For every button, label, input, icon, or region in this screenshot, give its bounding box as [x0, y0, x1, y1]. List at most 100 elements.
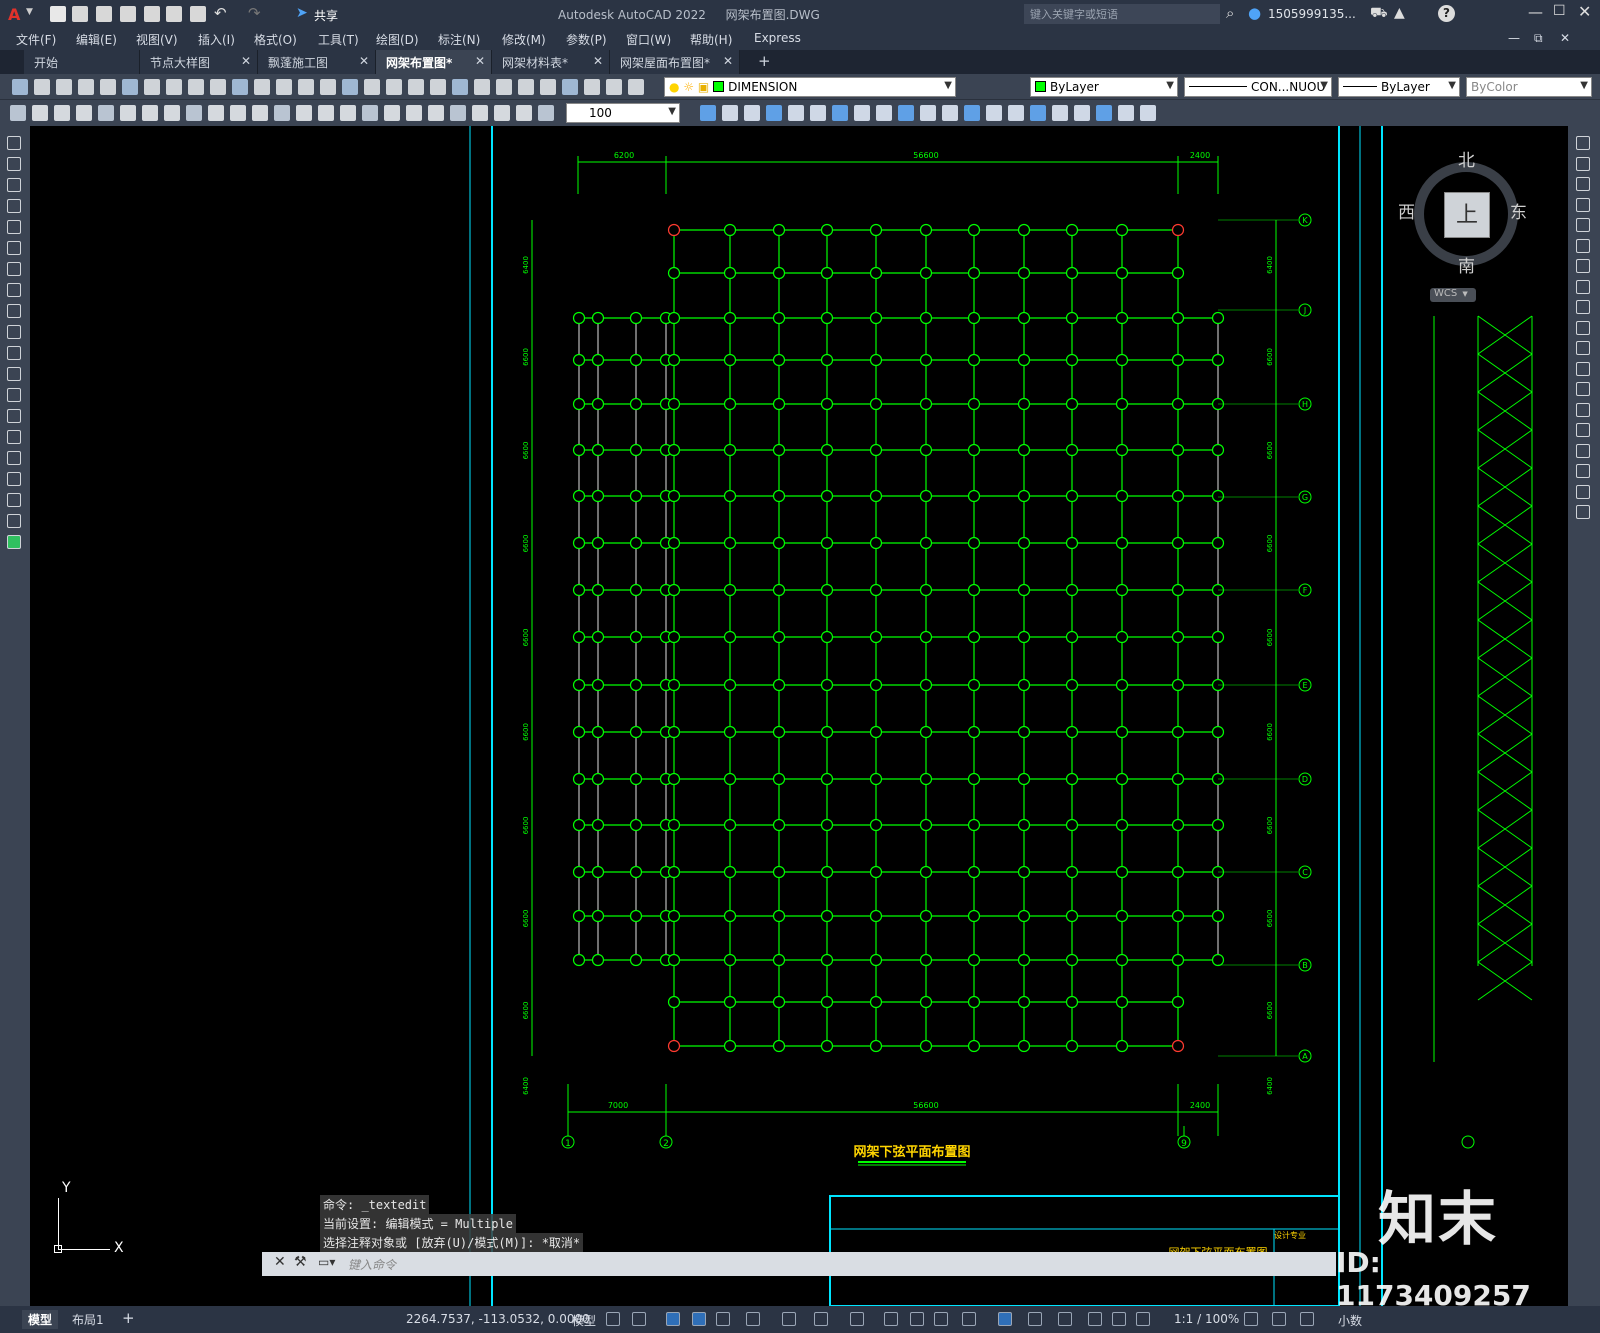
dim-tool-14-icon[interactable] [318, 105, 334, 121]
modify-tool-7-icon[interactable] [1576, 279, 1590, 294]
status-toggle-15-icon[interactable] [1058, 1312, 1072, 1326]
toolbar1-tool-15-icon[interactable] [342, 79, 358, 95]
tab-close-icon[interactable]: ✕ [593, 54, 603, 68]
draw-tool-15-icon[interactable] [7, 451, 21, 465]
toolbar1-tool-12-icon[interactable] [276, 79, 292, 95]
modify-tool-15-icon[interactable] [1576, 443, 1590, 458]
toolbar1-tool-28-icon[interactable] [628, 79, 644, 95]
viewcube-west[interactable]: 西 [1398, 198, 1415, 223]
toolbar1-tool-25-icon[interactable] [562, 79, 578, 95]
menu-item-2[interactable]: 视图(V) [136, 31, 178, 48]
draw-tool-13-icon[interactable] [7, 409, 21, 423]
toolbar1-tool-23-icon[interactable] [518, 79, 534, 95]
viewcube-north[interactable]: 北 [1458, 146, 1475, 171]
share-button[interactable]: 共享 [314, 7, 338, 24]
layer-dropdown[interactable]: ● ☼ ▣ DIMENSION ▼ [664, 77, 956, 97]
dim-tool-10-icon[interactable] [230, 105, 246, 121]
menu-item-10[interactable]: 窗口(W) [626, 31, 671, 48]
view-tool-9-icon[interactable] [898, 105, 914, 121]
toolbar1-tool-26-icon[interactable] [584, 79, 600, 95]
viewcube-east[interactable]: 东 [1510, 198, 1527, 223]
view-tool-10-icon[interactable] [920, 105, 936, 121]
dim-tool-9-icon[interactable] [208, 105, 224, 121]
toolbar1-tool-13-icon[interactable] [298, 79, 314, 95]
view-tool-11-icon[interactable] [942, 105, 958, 121]
dim-tool-15-icon[interactable] [340, 105, 356, 121]
tab-close-icon[interactable]: ✕ [241, 54, 251, 68]
dim-tool-0-icon[interactable] [10, 105, 26, 121]
draw-tool-18-icon[interactable] [7, 514, 21, 528]
new-file-icon[interactable] [50, 6, 66, 22]
modify-tool-4-icon[interactable] [1576, 218, 1590, 232]
coordinates-readout[interactable]: 2264.7537, -113.0532, 0.0000 [406, 1312, 590, 1326]
new-tab-button[interactable]: + [758, 52, 771, 70]
modify-tool-9-icon[interactable] [1576, 320, 1590, 335]
autocad-logo-icon[interactable]: A [8, 5, 20, 24]
add-layout-icon[interactable]: + [122, 1309, 135, 1327]
menu-item-3[interactable]: 插入(I) [198, 31, 235, 48]
menu-item-12[interactable]: Express [754, 31, 801, 45]
user-icon[interactable]: ● [1248, 4, 1261, 22]
share-icon[interactable]: ➤ [296, 5, 308, 21]
view-tool-7-icon[interactable] [854, 105, 870, 121]
draw-tool-11-icon[interactable] [7, 367, 21, 381]
wcs-menu[interactable]: WCS ▼ [1430, 288, 1476, 302]
layout-tab-model[interactable]: 模型 [22, 1310, 59, 1329]
draw-tool-2-icon[interactable] [7, 178, 21, 192]
draw-tool-4-icon[interactable] [7, 220, 21, 234]
menu-item-9[interactable]: 参数(P) [566, 31, 607, 48]
command-prompt-icon[interactable]: ▭▾ [318, 1255, 335, 1269]
draw-tool-8-icon[interactable] [7, 304, 21, 318]
status-toggle-8-icon[interactable] [850, 1312, 864, 1326]
modify-tool-13-icon[interactable] [1576, 402, 1590, 417]
view-tool-12-icon[interactable] [964, 105, 980, 121]
app-menu-chevron-icon[interactable]: ▼ [26, 7, 33, 17]
dim-tool-18-icon[interactable] [406, 105, 422, 121]
draw-tool-12-icon[interactable] [7, 388, 21, 402]
minimize-button[interactable]: — [1528, 3, 1543, 21]
lineweight-dropdown[interactable]: ByLayer ▼ [1338, 77, 1460, 97]
web-save-icon[interactable] [166, 6, 182, 22]
dim-tool-3-icon[interactable] [76, 105, 92, 121]
tab-2[interactable]: 飘蓬施工图 ✕ [258, 50, 376, 74]
command-line[interactable]: ✕ ⚒ ▭▾ 键入命令 [262, 1252, 1336, 1276]
view-tool-20-icon[interactable] [1140, 105, 1156, 121]
status-toggle-20-icon[interactable] [1272, 1312, 1286, 1326]
menu-item-6[interactable]: 绘图(D) [376, 31, 419, 48]
doc-minimize-button[interactable]: — [1508, 31, 1520, 45]
viewcube[interactable]: 上 北 南 西 东 [1398, 146, 1538, 296]
dim-tool-11-icon[interactable] [252, 105, 268, 121]
menu-item-4[interactable]: 格式(O) [254, 31, 297, 48]
dim-tool-12-icon[interactable] [274, 105, 290, 121]
model-space-toggle[interactable]: 模型 [572, 1312, 596, 1329]
modify-tool-16-icon[interactable] [1576, 464, 1590, 478]
redo-icon[interactable]: ↷ [248, 4, 261, 22]
tab-5[interactable]: 网架屋面布置图* ✕ [610, 50, 740, 74]
toolbar1-tool-0-icon[interactable] [12, 79, 28, 95]
drawing-canvas[interactable]: 6200 56600 2400 7000 56600 2400 1 2 9 K J H G F E D C B A 6… [30, 126, 1568, 1306]
menu-item-5[interactable]: 工具(T) [318, 31, 359, 48]
help-icon[interactable]: ? [1438, 5, 1455, 22]
toolbar1-tool-3-icon[interactable] [78, 79, 94, 95]
toolbar1-tool-9-icon[interactable] [210, 79, 226, 95]
layout-tab-layout1[interactable]: 布局1 [72, 1311, 104, 1328]
status-toggle-17-icon[interactable] [1112, 1312, 1126, 1326]
view-tool-2-icon[interactable] [744, 105, 760, 121]
autodesk-a360-icon[interactable]: ▲ [1394, 5, 1405, 21]
toolbar1-tool-8-icon[interactable] [188, 79, 204, 95]
status-toggle-13-icon[interactable] [998, 1312, 1012, 1326]
command-customize-icon[interactable]: ⚒ [294, 1254, 307, 1270]
status-toggle-7-icon[interactable] [814, 1312, 828, 1326]
view-tool-16-icon[interactable] [1052, 105, 1068, 121]
toolbar1-tool-22-icon[interactable] [496, 79, 512, 95]
status-toggle-9-icon[interactable] [884, 1312, 898, 1326]
dim-tool-1-icon[interactable] [32, 105, 48, 121]
modify-tool-6-icon[interactable] [1576, 259, 1590, 273]
view-tool-3-icon[interactable] [766, 105, 782, 121]
toolbar1-tool-27-icon[interactable] [606, 79, 622, 95]
command-close-icon[interactable]: ✕ [274, 1254, 286, 1270]
close-button[interactable]: ✕ [1578, 2, 1591, 21]
status-toggle-3-icon[interactable] [692, 1312, 706, 1326]
view-tool-19-icon[interactable] [1118, 105, 1134, 121]
modify-tool-5-icon[interactable] [1576, 238, 1590, 253]
